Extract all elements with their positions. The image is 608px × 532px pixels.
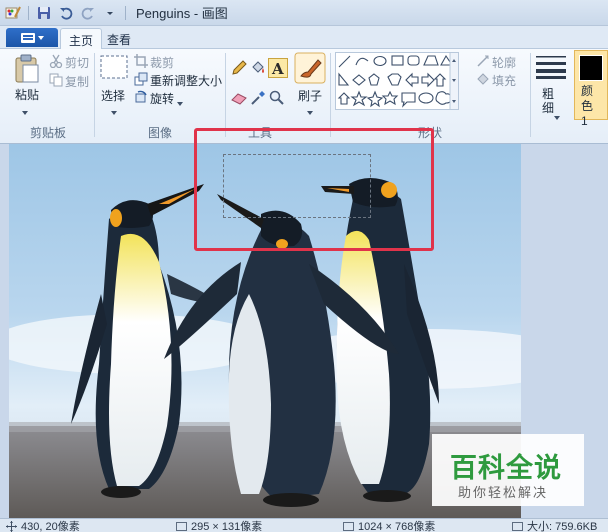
chevron-down-icon xyxy=(37,35,44,40)
paint-menu-button[interactable] xyxy=(6,28,58,47)
brush-icon[interactable] xyxy=(294,52,326,87)
resize-icon[interactable] xyxy=(134,72,148,89)
outline-button[interactable]: 轮廓 xyxy=(492,54,516,71)
file-size: 大小: 759.6KB xyxy=(512,519,597,532)
tab-view[interactable]: 查看 xyxy=(99,28,139,49)
fill-icon xyxy=(476,72,490,89)
select-button[interactable]: 选择 xyxy=(101,87,125,104)
separator xyxy=(330,53,331,137)
ribbon-tab-row: 主页 查看 xyxy=(0,26,608,50)
pencil-icon[interactable] xyxy=(231,60,247,79)
svg-text:A: A xyxy=(271,60,284,78)
status-bar: 430, 20像素 295 × 131像素 1024 × 768像素 大小: 7… xyxy=(0,518,608,532)
eraser-icon[interactable] xyxy=(231,91,247,108)
selection-size-text: 295 × 131像素 xyxy=(191,521,263,532)
disk-icon xyxy=(512,521,523,531)
outline-icon xyxy=(476,54,490,71)
paint-app-icon[interactable] xyxy=(4,4,22,22)
window-title: Penguins - 画图 xyxy=(136,6,228,21)
separator xyxy=(125,5,126,20)
image-size-icon xyxy=(343,521,354,531)
image-size-text: 1024 × 768像素 xyxy=(358,521,436,532)
paste-button[interactable]: 粘贴 xyxy=(15,86,39,103)
color-1-swatch xyxy=(579,55,603,81)
annotation-rectangle xyxy=(194,128,434,251)
save-icon[interactable] xyxy=(35,4,53,22)
separator xyxy=(225,53,226,137)
watermark-title: 百科全说 xyxy=(450,453,562,484)
image-size: 1024 × 768像素 xyxy=(343,519,435,532)
watermark-subtitle: 助你轻松解决 xyxy=(458,485,549,500)
magnifier-icon[interactable] xyxy=(269,90,285,109)
fill-button[interactable]: 填充 xyxy=(492,72,516,89)
move-cursor-icon xyxy=(6,520,17,532)
cursor-position-text: 430, 20像素 xyxy=(21,521,80,532)
selection-size: 295 × 131像素 xyxy=(176,519,262,532)
crop-button[interactable]: 裁剪 xyxy=(150,54,174,71)
file-size-text: 大小: 759.6KB xyxy=(527,521,598,532)
brushes-button[interactable]: 刷子 xyxy=(298,87,322,104)
copy-button[interactable]: 复制 xyxy=(65,73,89,90)
color-picker-icon[interactable] xyxy=(250,90,266,109)
shapes-gallery[interactable] xyxy=(335,52,459,113)
rotate-icon[interactable] xyxy=(134,90,148,107)
select-icon[interactable] xyxy=(100,55,128,84)
separator xyxy=(28,5,29,20)
cursor-position: 430, 20像素 xyxy=(6,519,80,532)
group-label-clipboard: 剪贴板 xyxy=(30,126,67,140)
redo-icon[interactable] xyxy=(79,4,97,22)
size-icon[interactable] xyxy=(536,55,566,82)
chevron-down-icon[interactable] xyxy=(307,104,313,118)
separator xyxy=(530,53,531,137)
chevron-down-icon[interactable] xyxy=(111,104,117,118)
menu-icon xyxy=(20,32,35,43)
chevron-down-icon[interactable] xyxy=(101,4,119,22)
separator xyxy=(94,53,95,137)
chevron-down-icon[interactable] xyxy=(177,95,183,109)
title-bar: Penguins - 画图 xyxy=(0,0,608,26)
text-tool-icon[interactable]: A xyxy=(268,58,288,81)
resize-button[interactable]: 重新调整大小 xyxy=(150,72,222,89)
color-1-button[interactable]: 颜色 1 xyxy=(574,50,608,128)
watermark: 百科全说 助你轻松解决 xyxy=(432,434,584,506)
rotate-button[interactable]: 旋转 xyxy=(150,90,174,107)
undo-icon[interactable] xyxy=(57,4,75,22)
paste-icon[interactable] xyxy=(14,54,40,87)
chevron-down-icon[interactable] xyxy=(22,104,28,118)
cut-button[interactable]: 剪切 xyxy=(65,54,89,71)
tab-home[interactable]: 主页 xyxy=(60,28,103,50)
group-label-image: 图像 xyxy=(148,126,173,140)
chevron-down-icon[interactable] xyxy=(554,109,560,123)
crop-icon xyxy=(134,54,148,71)
selection-size-icon xyxy=(176,521,187,531)
fill-bucket-icon[interactable] xyxy=(250,60,266,79)
scissors-icon xyxy=(49,54,63,71)
copy-icon xyxy=(49,73,63,90)
color-1-label: 颜色 1 xyxy=(581,84,594,128)
